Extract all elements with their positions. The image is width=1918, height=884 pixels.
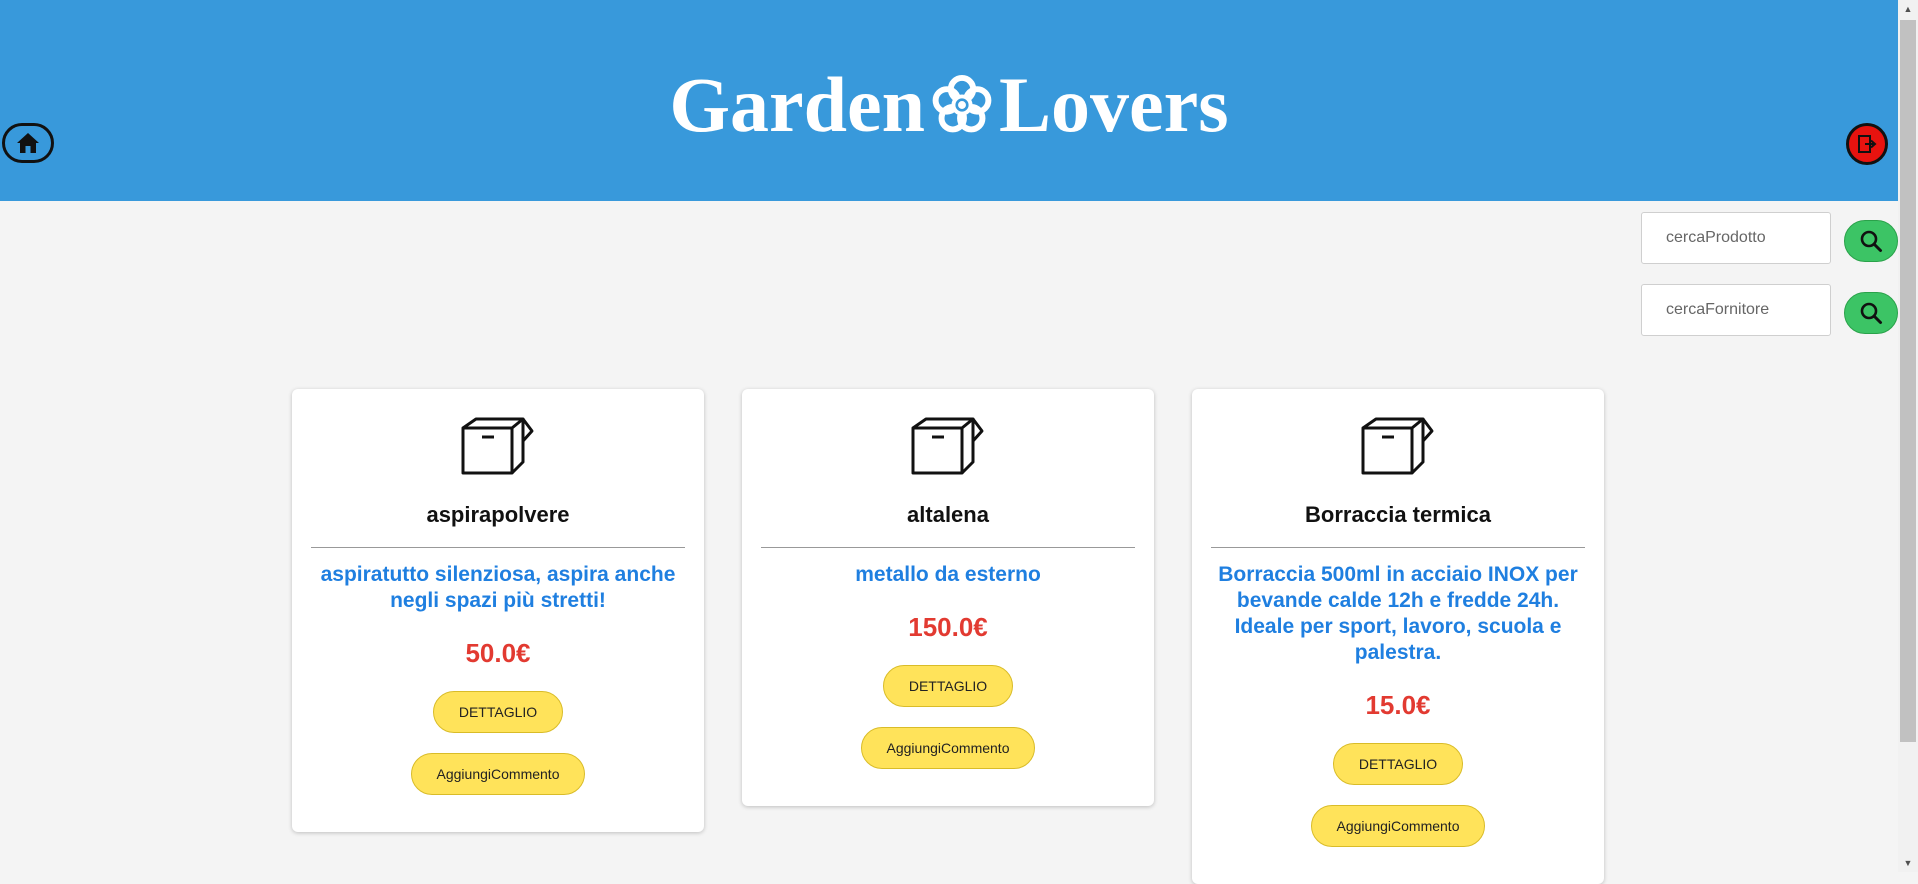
search-icon <box>1860 302 1882 324</box>
add-comment-button[interactable]: AggiungiCommento <box>411 753 585 795</box>
product-description: Borraccia 500ml in acciaio INOX per beva… <box>1218 563 1578 664</box>
flower-icon <box>932 74 992 133</box>
product-price: 150.0€ <box>908 612 988 642</box>
home-icon <box>17 133 39 153</box>
logout-button[interactable] <box>1846 123 1888 165</box>
product-card: altalena metallo da esterno 150.0€ DETTA… <box>742 389 1154 806</box>
box-icon <box>461 417 534 475</box>
vertical-scrollbar[interactable]: ▲ ▼ <box>1898 0 1918 872</box>
divider <box>1211 547 1585 548</box>
logout-icon <box>1858 135 1877 153</box>
search-product-input[interactable] <box>1641 212 1831 264</box>
product-name: aspirapolvere <box>426 502 570 527</box>
detail-button[interactable]: DETTAGLIO <box>883 665 1013 707</box>
product-card: Borraccia termica Borraccia 500ml in acc… <box>1192 389 1604 884</box>
product-card: aspirapolvere aspiratutto silenziosa, as… <box>292 389 704 832</box>
product-price: 15.0€ <box>1365 690 1431 720</box>
box-icon <box>911 417 984 475</box>
scroll-up-arrow-icon[interactable]: ▲ <box>1898 0 1918 18</box>
home-button[interactable] <box>2 123 54 163</box>
add-comment-button[interactable]: AggiungiCommento <box>1311 805 1485 847</box>
add-comment-button[interactable]: AggiungiCommento <box>861 727 1035 769</box>
search-supplier-button[interactable] <box>1844 292 1898 334</box>
product-description: aspiratutto silenziosa, aspira anche neg… <box>320 563 676 612</box>
box-icon <box>1361 417 1434 475</box>
brand-text-right: Lovers <box>999 61 1229 148</box>
product-price: 50.0€ <box>465 638 531 668</box>
detail-button[interactable]: DETTAGLIO <box>1333 743 1463 785</box>
product-name: altalena <box>907 502 989 527</box>
scrollbar-thumb[interactable] <box>1900 20 1916 742</box>
divider <box>761 547 1135 548</box>
product-name: Borraccia termica <box>1305 502 1491 527</box>
search-product-button[interactable] <box>1844 220 1898 262</box>
divider <box>311 547 685 548</box>
search-icon <box>1860 230 1882 252</box>
scroll-down-arrow-icon[interactable]: ▼ <box>1898 854 1918 872</box>
site-header: Garden Lovers <box>0 0 1898 201</box>
brand-text-left: Garden <box>669 61 926 148</box>
product-description: metallo da esterno <box>855 563 1041 586</box>
detail-button[interactable]: DETTAGLIO <box>433 691 563 733</box>
search-supplier-input[interactable] <box>1641 284 1831 336</box>
brand-logo: Garden Lovers <box>0 62 1898 148</box>
